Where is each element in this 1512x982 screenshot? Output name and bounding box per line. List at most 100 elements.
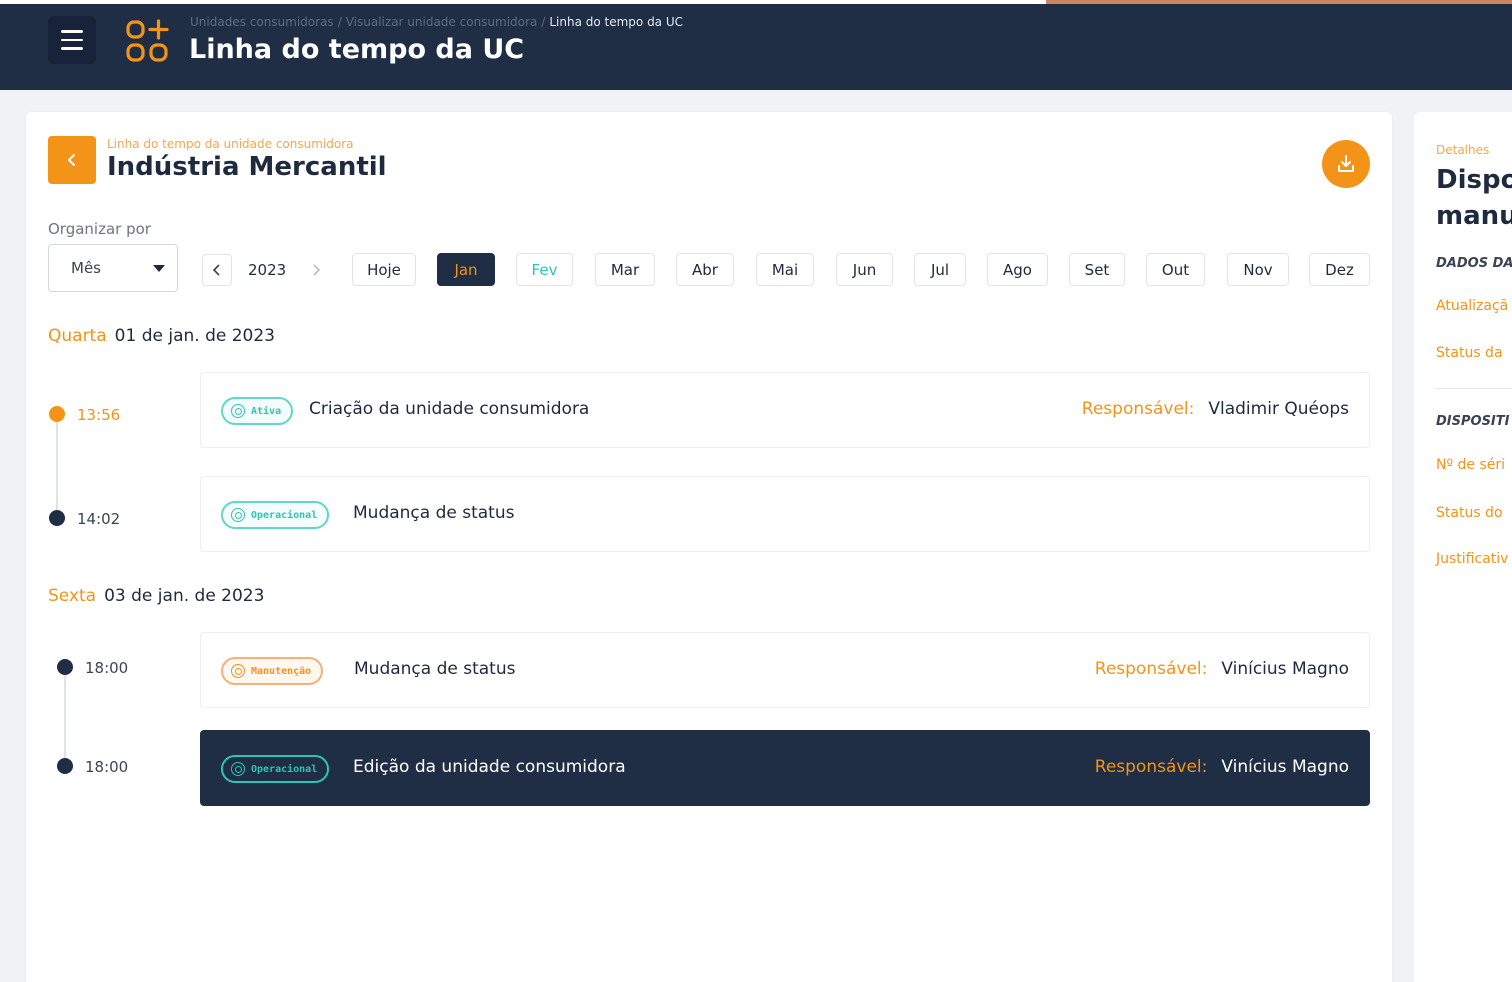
month-set[interactable]: Set: [1069, 253, 1125, 286]
month-mai[interactable]: Mai: [756, 253, 814, 286]
year-navigator: 2023: [202, 254, 326, 286]
organize-by-select[interactable]: Mês: [48, 244, 178, 292]
event-time: 14:02: [77, 510, 121, 528]
menu-line: [61, 38, 83, 42]
chevron-left-icon: [68, 154, 75, 166]
status-badge: Operacional: [221, 501, 330, 529]
status-badge: Manutenção: [221, 657, 324, 685]
back-button[interactable]: [48, 136, 96, 184]
event-responsible: Responsável: Vladimir Quéops: [1082, 399, 1349, 419]
side-field-label: Status da: [1436, 345, 1503, 361]
responsible-label: Responsável:: [1094, 757, 1208, 777]
side-title-line: manu: [1436, 201, 1512, 231]
previous-year-button[interactable]: [202, 254, 232, 286]
day-date: 03 de jan. de 2023: [104, 586, 265, 606]
app-header: Unidades consumidoras / Visualizar unidade…: [0, 4, 1512, 90]
month-dez[interactable]: Dez: [1309, 253, 1370, 286]
download-icon: [1338, 155, 1354, 172]
card-title: Indústria Mercantil: [107, 152, 387, 182]
side-section-heading: DADOS DA: [1436, 256, 1512, 271]
status-icon: [231, 762, 245, 776]
day-header: Sexta 03 de jan. de 2023: [48, 586, 264, 606]
menu-line: [61, 30, 83, 33]
organize-by-label: Organizar por: [48, 220, 151, 238]
side-section-heading: DISPOSITI: [1436, 414, 1510, 429]
month-fev[interactable]: Fev: [516, 253, 573, 286]
side-panel-title: Dispos manu: [1436, 162, 1512, 234]
event-time: 13:56: [77, 406, 121, 424]
breadcrumb: Unidades consumidoras / Visualizar unidade…: [190, 15, 683, 29]
event-responsible: Responsável: Vinícius Magno: [1095, 659, 1349, 679]
event-title: Criação da unidade consumidora: [309, 399, 590, 419]
status-icon: [231, 404, 245, 418]
timeline-event[interactable]: Ativa Criação da unidade consumidora Res…: [200, 372, 1370, 448]
breadcrumb-item[interactable]: Unidades consumidoras: [190, 15, 334, 29]
page-title: Linha do tempo da UC: [189, 34, 525, 65]
breadcrumb-current: Linha do tempo da UC: [549, 15, 684, 29]
event-responsible: Responsável: Vinícius Magno: [1095, 757, 1349, 777]
month-ago[interactable]: Ago: [987, 253, 1048, 286]
card-subtitle: Linha do tempo da unidade consumidora: [107, 137, 354, 151]
timeline-dot: [57, 758, 73, 774]
details-side-panel: Detalhes Disposmanu DADOS DA Atualizaçã …: [1414, 112, 1512, 982]
day-weekday: Sexta: [48, 586, 97, 606]
month-abr[interactable]: Abr: [676, 253, 734, 286]
download-button[interactable]: [1322, 140, 1370, 188]
event-title: Edição da unidade consumidora: [353, 757, 626, 777]
responsible-label: Responsável:: [1094, 659, 1208, 679]
timeline-event[interactable]: Manutenção Mudança de status Responsável…: [200, 632, 1370, 708]
month-nov[interactable]: Nov: [1227, 253, 1289, 286]
month-jun[interactable]: Jun: [836, 253, 893, 286]
year-value: 2023: [248, 261, 287, 279]
timeline-event-selected[interactable]: Operacional Edição da unidade consumidor…: [200, 730, 1370, 806]
hamburger-menu-button[interactable]: [48, 16, 96, 64]
breadcrumb-separator: /: [541, 15, 546, 29]
timeline-event[interactable]: Operacional Mudança de status: [200, 476, 1370, 552]
side-divider: [1436, 388, 1512, 389]
status-badge-label: Operacional: [251, 763, 318, 775]
timeline-card: Linha do tempo da unidade consumidora In…: [26, 112, 1392, 982]
status-icon: [231, 664, 245, 678]
status-badge-label: Ativa: [251, 405, 282, 417]
organize-by-value: Mês: [71, 259, 101, 277]
timeline-connector: [56, 414, 58, 518]
month-jul[interactable]: Jul: [914, 253, 966, 286]
event-title: Mudança de status: [353, 503, 515, 523]
day-header: Quarta 01 de jan. de 2023: [48, 326, 275, 346]
timeline-dot: [57, 659, 73, 675]
status-badge-label: Manutenção: [251, 665, 312, 677]
event-title: Mudança de status: [354, 659, 516, 679]
breadcrumb-item[interactable]: Visualizar unidade consumidora: [346, 15, 538, 29]
event-time: 18:00: [85, 659, 129, 677]
responsible-name: Vinícius Magno: [1221, 757, 1349, 777]
chevron-left-icon: [212, 264, 220, 276]
responsible-label: Responsável:: [1081, 399, 1195, 419]
event-time: 18:00: [85, 758, 129, 776]
status-icon: [231, 508, 245, 522]
side-field-label: Justificativ: [1436, 551, 1509, 567]
day-date: 01 de jan. de 2023: [114, 326, 275, 346]
chevron-right-icon: [313, 264, 321, 276]
side-field-label: Status do: [1436, 505, 1503, 521]
status-badge: Operacional: [221, 755, 330, 783]
month-mar[interactable]: Mar: [595, 253, 655, 286]
side-panel-label: Detalhes: [1436, 143, 1490, 157]
day-weekday: Quarta: [48, 326, 107, 346]
side-title-line: Dispos: [1436, 165, 1512, 195]
menu-line: [61, 47, 83, 50]
timeline-dot: [49, 510, 65, 526]
breadcrumb-separator: /: [337, 15, 342, 29]
responsible-name: Vinícius Magno: [1221, 659, 1349, 679]
status-badge-label: Operacional: [251, 509, 318, 521]
month-out[interactable]: Out: [1146, 253, 1205, 286]
next-year-button[interactable]: [306, 254, 326, 286]
side-field-label: Atualizaçã: [1436, 298, 1509, 314]
app-logo-icon: [126, 19, 169, 62]
month-jan[interactable]: Jan: [437, 253, 495, 286]
timeline-dot: [49, 406, 65, 422]
status-badge: Ativa: [221, 397, 294, 425]
today-button[interactable]: Hoje: [352, 253, 416, 286]
side-field-label: Nº de séri: [1436, 457, 1506, 473]
caret-down-icon: [153, 265, 165, 272]
responsible-name: Vladimir Quéops: [1208, 399, 1349, 419]
